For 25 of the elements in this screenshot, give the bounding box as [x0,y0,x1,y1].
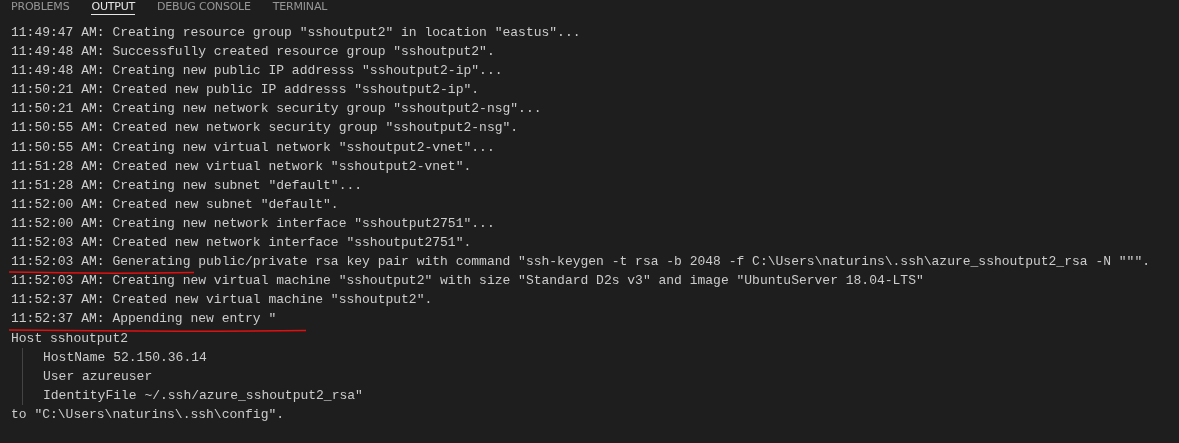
log-line: User azureuser [43,367,153,386]
log-line: 11:52:37 AM: Created new virtual machine "sshoutput2". [11,291,433,310]
log-line: HostName 52.150.36.14 [43,348,207,367]
log-line: 11:49:48 AM: Creating new public IP addresss "sshoutput2-ip"... [11,62,503,81]
log-line: 11:50:55 AM: Created new network security group "sshoutput2-nsg". [11,119,519,138]
log-line: 11:52:03 AM: Generating public/private rsa key pair with command "ssh-keygen -t rsa -b 2048 -f C:\Users\naturins\.ssh\azure_sshoutput2_rsa -N """. [11,252,1150,272]
log-line: Host sshoutput2 [11,329,129,348]
panel-tab[interactable]: OUTPUT [91,0,136,15]
panel-tab[interactable]: PROBLEMS [11,0,70,15]
panel-tab[interactable]: TERMINAL [272,0,328,15]
log-line: 11:50:21 AM: Created new public IP addresss "sshoutput2-ip". [11,81,480,100]
log-line: to "C:\Users\naturins\.ssh\config". [11,405,285,424]
log-line: 11:51:28 AM: Created new virtual network "sshoutput2-vnet". [11,157,472,176]
panel-tab[interactable]: DEBUG CONSOLE [157,0,251,15]
log-line: IdentityFile ~/.ssh/azure_sshoutput2_rsa" [43,386,363,405]
log-line: 11:52:03 AM: Created new network interface "sshoutput2751". [11,234,472,253]
log-line: 11:52:00 AM: Created new subnet "default". [11,195,339,214]
log-line: 11:52:00 AM: Creating new network interface "sshoutput2751"... [11,214,495,233]
log-line: 11:49:47 AM: Creating resource group "sshoutput2" in location "eastus"... [11,24,581,42]
log-line: 11:50:21 AM: Creating new network security group "sshoutput2-nsg"... [11,100,542,119]
log-line: 11:52:37 AM: Appending new entry " [11,309,277,329]
log-line: 11:51:28 AM: Creating new subnet "default"... [11,176,363,195]
log-line: 11:50:55 AM: Creating new virtual network "sshoutput2-vnet"... [11,138,495,157]
log-line: 11:49:48 AM: Successfully created resource group "sshoutput2". [11,43,495,62]
log-line: 11:52:03 AM: Creating new virtual machine "sshoutput2" with size "Standard D2s v3" and image "UbuntuServer 18.04-LTS" [11,272,924,291]
